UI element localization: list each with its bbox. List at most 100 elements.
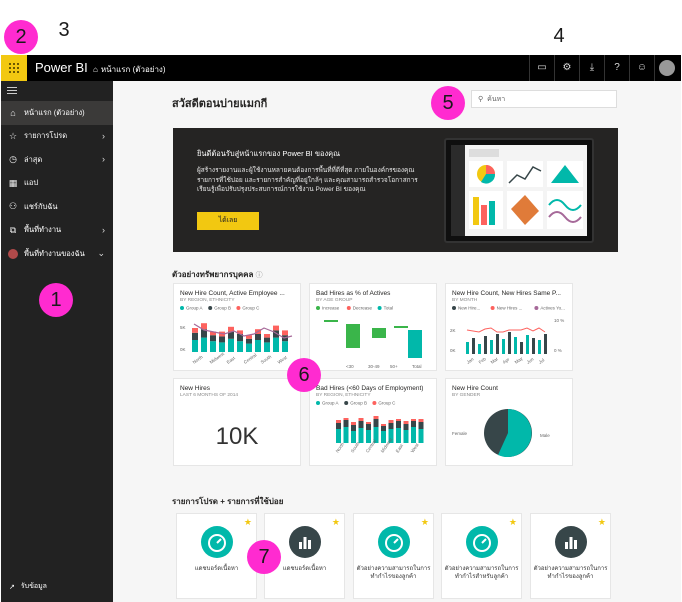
sidebar-item-apps[interactable]: ▦ แอป bbox=[1, 172, 113, 196]
gear-icon[interactable]: ⚙ bbox=[554, 55, 579, 81]
legend-marker bbox=[377, 306, 382, 310]
banner-button[interactable]: ได้เลย bbox=[197, 212, 259, 230]
tile-new-hires-card[interactable]: New Hires LAST 6 MONTHS OF 2014 10K bbox=[173, 378, 301, 466]
left-navigation: ⌂ หน้าแรก (ตัวอย่าง) ☆ รายการโปรด › ◷ ล่… bbox=[1, 81, 113, 602]
legend-marker bbox=[316, 306, 320, 310]
tile-new-hire-count-active[interactable]: New Hire Count, Active Employee ... BY R… bbox=[173, 283, 301, 371]
x-tick-label: Jun bbox=[526, 356, 535, 365]
bar bbox=[418, 422, 424, 429]
legend-label: Decrease bbox=[353, 306, 373, 311]
breadcrumb[interactable]: ⌂ หน้าแรก (ตัวอย่าง) bbox=[93, 63, 166, 76]
get-data-button[interactable]: ↗ รับข้อมูล bbox=[9, 581, 47, 592]
apps-icon: ▦ bbox=[8, 177, 18, 188]
favorite-tile[interactable]: ★ ตัวอย่างความสามารถในการทำกำไรของลูกค้า bbox=[353, 513, 434, 599]
bar bbox=[255, 340, 261, 352]
arrow-up-right-icon: ↗ bbox=[9, 583, 15, 591]
sidebar-item-shared[interactable]: ⚇ แชร์กับฉัน bbox=[1, 195, 113, 219]
header-icons: ▭ ⚙ ⤓ ? ☺ bbox=[529, 55, 679, 81]
sidebar-item-workspaces[interactable]: ⧉ พื้นที่ทำงาน › bbox=[1, 219, 113, 243]
legend-label: New Hire... bbox=[458, 306, 480, 311]
download-icon[interactable]: ⤓ bbox=[579, 55, 604, 81]
sidebar-item-label: พื้นที่ทำงานของฉัน bbox=[24, 248, 85, 258]
search-input[interactable]: ⚲ ค้นหา bbox=[471, 90, 617, 108]
bar bbox=[381, 426, 386, 431]
star-icon[interactable]: ★ bbox=[509, 517, 517, 528]
bar bbox=[358, 421, 364, 428]
account-icon[interactable] bbox=[654, 55, 679, 81]
legend-label: Group B bbox=[214, 306, 231, 311]
favorite-tile[interactable]: ★ ตัวอย่างความสามารถในการทำกำไรของลูกค้า bbox=[530, 513, 611, 599]
bar bbox=[394, 326, 408, 328]
bar bbox=[282, 341, 288, 352]
x-tick-label: Jan bbox=[466, 356, 475, 365]
bar bbox=[264, 337, 270, 343]
x-tick-label: <30 bbox=[346, 364, 354, 369]
sidebar-item-recent[interactable]: ◷ ล่าสุด › bbox=[1, 148, 113, 172]
bar bbox=[478, 344, 481, 354]
bar bbox=[381, 424, 386, 426]
chevron-right-icon: › bbox=[102, 130, 105, 141]
bar bbox=[484, 336, 487, 354]
x-tick-label: Total bbox=[412, 364, 422, 369]
legend-label: New Hires ... bbox=[497, 306, 523, 311]
bar bbox=[351, 422, 356, 425]
search-icon: ⚲ bbox=[478, 96, 484, 103]
x-tick-label: South bbox=[260, 354, 273, 365]
x-tick-label: Mar bbox=[490, 356, 500, 365]
tile-new-hire-gender[interactable]: New Hire Count BY GENDER Female Male bbox=[445, 378, 573, 466]
bar bbox=[411, 419, 416, 421]
bar bbox=[273, 337, 279, 352]
star-icon[interactable]: ★ bbox=[421, 517, 429, 528]
chart-svg: Increase Decrease Total <30 30-49 50+ Total bbox=[316, 306, 422, 369]
legend-label: Increase bbox=[322, 306, 340, 311]
legend-marker bbox=[208, 306, 213, 310]
tile-bad-hires-60-days[interactable]: Bad Hires (<60 Days of Employment) BY RE… bbox=[309, 378, 437, 466]
kpi-value: 10K bbox=[215, 423, 259, 450]
bar bbox=[219, 336, 225, 343]
star-icon[interactable]: ★ bbox=[598, 517, 606, 528]
app-launcher-icon[interactable] bbox=[1, 55, 27, 81]
star-icon[interactable]: ★ bbox=[332, 517, 340, 528]
info-icon[interactable]: ⓘ bbox=[256, 272, 263, 279]
x-tick-label: Apr bbox=[502, 356, 511, 364]
bar bbox=[408, 330, 422, 358]
sidebar-item-home[interactable]: ⌂ หน้าแรก (ตัวอย่าง) bbox=[1, 101, 113, 125]
tile-new-hire-same-period[interactable]: New Hire Count, New Hires Same P... BY M… bbox=[445, 283, 573, 371]
sidebar-item-favorites[interactable]: ☆ รายการโปรด › bbox=[1, 125, 113, 149]
bar-chart-icon bbox=[555, 526, 587, 558]
bar bbox=[246, 343, 252, 352]
callout-1: 1 bbox=[39, 283, 73, 317]
chevron-right-icon: › bbox=[102, 224, 105, 235]
chat-icon[interactable]: ▭ bbox=[529, 55, 554, 81]
tile-bad-hires-percent[interactable]: Bad Hires as % of Actives BY AGE GROUP I… bbox=[309, 283, 437, 371]
help-icon[interactable]: ? bbox=[604, 55, 629, 81]
sidebar-item-my-workspace[interactable]: พื้นที่ทำงานของฉัน ⌄ bbox=[1, 242, 113, 266]
shared-icon: ⚇ bbox=[8, 201, 18, 212]
home-icon: ⌂ bbox=[93, 65, 98, 74]
x-tick-label: Midwest bbox=[209, 351, 226, 365]
favorite-tile[interactable]: ★ แดชบอร์ดเนื้อหา bbox=[176, 513, 257, 599]
bar bbox=[282, 330, 288, 336]
bar bbox=[514, 337, 517, 354]
bar bbox=[373, 419, 379, 427]
sidebar-item-label: แชร์กับฉัน bbox=[24, 201, 58, 211]
bar bbox=[396, 421, 401, 428]
chevron-right-icon: › bbox=[102, 154, 105, 164]
tablet-screen bbox=[451, 145, 587, 236]
favorite-tile[interactable]: ★ ตัวอย่างความสามารถในการทำกำไรสำหรับลูกค… bbox=[441, 513, 522, 599]
y2-tick-label: 10 % bbox=[554, 318, 564, 323]
bar bbox=[366, 424, 371, 430]
bar bbox=[403, 430, 409, 443]
x-tick-label: Central bbox=[243, 352, 258, 364]
legend-marker bbox=[490, 306, 495, 310]
legend-marker bbox=[236, 306, 241, 310]
favorite-label: ตัวอย่างความสามารถในการทำกำไรของลูกค้า bbox=[533, 566, 608, 580]
smile-icon[interactable]: ☺ bbox=[629, 55, 654, 81]
callout-6: 6 bbox=[287, 358, 321, 392]
bar bbox=[343, 420, 349, 427]
bar bbox=[343, 418, 349, 420]
search-placeholder: ค้นหา bbox=[487, 95, 506, 103]
brand-title[interactable]: Power BI bbox=[35, 60, 88, 75]
hamburger-icon[interactable] bbox=[7, 85, 17, 96]
star-icon[interactable]: ★ bbox=[244, 517, 252, 528]
